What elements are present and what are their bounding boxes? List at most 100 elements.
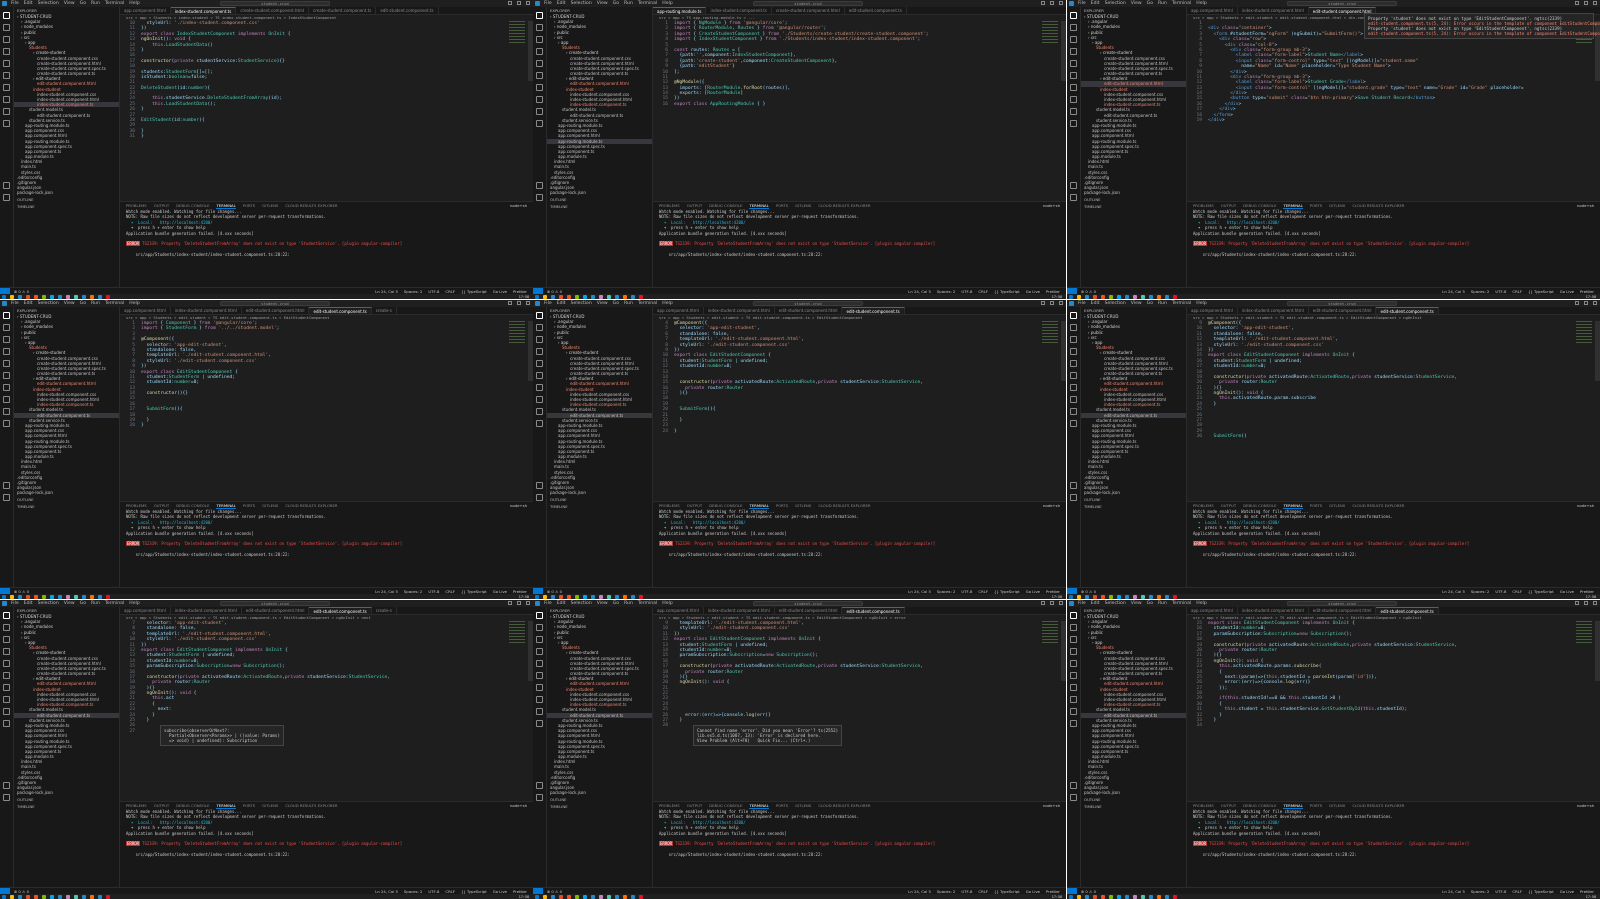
menu-item[interactable]: Run <box>624 1 633 6</box>
editor-tab[interactable]: edit-student.component.html <box>1309 607 1377 614</box>
panel-tab[interactable]: CLOUD RESULTS EXPLORER <box>285 202 337 209</box>
docker-icon[interactable] <box>1070 108 1077 115</box>
editor-tab[interactable]: edit-student.component.ts <box>376 7 439 14</box>
files-icon[interactable] <box>536 612 543 619</box>
status-item[interactable]: CRLF <box>1512 289 1522 294</box>
minimize-icon[interactable] <box>1041 1 1045 5</box>
editor-tab[interactable]: edit-student.component.html <box>242 307 310 314</box>
status-item[interactable]: CRLF <box>445 889 455 894</box>
editor-tab[interactable]: app.component.html <box>1187 307 1238 314</box>
taskbar-app-icon[interactable] <box>583 594 587 599</box>
code-editor[interactable]: 9 templateUrl: './edit-student.component… <box>653 621 1066 729</box>
menu-item[interactable]: File <box>544 301 552 306</box>
taskbar-app-icon[interactable] <box>615 594 619 599</box>
menu-item[interactable]: Run <box>624 301 633 306</box>
panel-tab[interactable]: TERMINAL <box>216 502 236 509</box>
menu-item[interactable]: File <box>11 601 19 606</box>
minimize-icon[interactable] <box>1041 601 1045 605</box>
editor-tab[interactable]: index-student.component.html <box>704 607 775 614</box>
panel-tab[interactable]: DEBUG CONSOLE <box>176 802 209 809</box>
account-icon[interactable] <box>1070 182 1077 189</box>
maximize-icon[interactable] <box>517 601 521 605</box>
testing-icon[interactable] <box>3 84 10 91</box>
settings-gear-icon[interactable] <box>536 194 543 201</box>
status-item[interactable]: Ln 24, Col 5 <box>908 289 931 294</box>
taskbar-app-icon[interactable] <box>58 294 62 299</box>
taskbar-app-icon[interactable] <box>591 294 595 299</box>
minimize-icon[interactable] <box>1575 1 1579 5</box>
remote-explorer-icon[interactable] <box>3 372 10 379</box>
source-control-icon[interactable] <box>3 336 10 343</box>
menu-item[interactable]: Help <box>662 301 672 306</box>
search-icon[interactable] <box>1070 624 1077 631</box>
command-search-input[interactable]: student-crud <box>753 601 863 606</box>
panel-tab[interactable]: TERMINAL <box>1283 202 1303 209</box>
panel-tab[interactable]: TERMINAL <box>749 802 769 809</box>
taskbar-app-icon[interactable] <box>98 894 102 899</box>
docker-icon[interactable] <box>3 408 10 415</box>
taskbar-app-icon[interactable] <box>1157 894 1161 899</box>
menu-item[interactable]: Edit <box>557 1 566 6</box>
editor-tab[interactable]: edit-student.component.html <box>775 307 843 314</box>
live-share-icon[interactable] <box>1070 420 1077 427</box>
panel-tab[interactable]: TERMINAL <box>216 202 236 209</box>
panel-tab[interactable]: PROBLEMS <box>126 802 147 809</box>
status-item[interactable]: Go Live <box>1560 289 1574 294</box>
editor-tab[interactable]: create-s <box>372 307 397 314</box>
minimap[interactable] <box>1042 21 1058 43</box>
run-debug-icon[interactable] <box>1070 648 1077 655</box>
source-control-icon[interactable] <box>1070 636 1077 643</box>
menu-item[interactable]: File <box>1078 301 1086 306</box>
status-problems[interactable]: ⊗ 0 ⚠ 0 <box>14 889 29 894</box>
remote-explorer-icon[interactable] <box>1070 72 1077 79</box>
editor-tab[interactable]: app.component.html <box>120 307 171 314</box>
menu-item[interactable]: Help <box>1196 301 1206 306</box>
taskbar-app-icon[interactable] <box>74 294 78 299</box>
source-control-icon[interactable] <box>536 636 543 643</box>
taskbar-app-icon[interactable] <box>1117 294 1121 299</box>
panel-tab[interactable]: TERMINAL <box>216 802 236 809</box>
taskbar-app-icon[interactable] <box>1165 594 1169 599</box>
taskbar-app-icon[interactable] <box>607 594 611 599</box>
status-problems[interactable]: ⊗ 0 ⚠ 0 <box>1081 289 1096 294</box>
status-item[interactable]: Prettier <box>513 889 527 894</box>
taskbar-app-icon[interactable] <box>42 894 46 899</box>
docker-icon[interactable] <box>536 708 543 715</box>
terminal-shell-label[interactable]: node+sh <box>1577 202 1594 209</box>
testing-icon[interactable] <box>536 684 543 691</box>
extensions-icon[interactable] <box>1070 660 1077 667</box>
taskbar-app-icon[interactable] <box>623 294 627 299</box>
taskbar-app-icon[interactable] <box>1133 894 1137 899</box>
taskbar-app-icon[interactable] <box>1141 594 1145 599</box>
menu-item[interactable]: Run <box>91 1 100 6</box>
extensions-icon[interactable] <box>1070 360 1077 367</box>
status-item[interactable]: Go Live <box>493 589 507 594</box>
taskbar-app-icon[interactable] <box>1125 894 1129 899</box>
status-item[interactable]: Go Live <box>1026 889 1040 894</box>
search-icon[interactable] <box>536 24 543 31</box>
taskbar-app-icon[interactable] <box>551 594 555 599</box>
panel-tab[interactable]: GITLENS <box>795 502 811 509</box>
panel-tab[interactable]: GITLENS <box>1329 802 1345 809</box>
minimap[interactable] <box>1042 621 1058 643</box>
files-icon[interactable] <box>3 12 10 19</box>
editor-tab[interactable]: index-student.component.html <box>704 307 775 314</box>
remote-explorer-icon[interactable] <box>3 72 10 79</box>
panel-tab[interactable]: PORTS <box>243 202 255 209</box>
maximize-icon[interactable] <box>1584 601 1588 605</box>
testing-icon[interactable] <box>536 84 543 91</box>
docker-icon[interactable] <box>1070 708 1077 715</box>
editor-tab[interactable]: create-student.component.html <box>236 7 310 14</box>
taskbar-app-icon[interactable] <box>631 294 635 299</box>
menu-item[interactable]: Run <box>624 601 633 606</box>
live-share-icon[interactable] <box>3 420 10 427</box>
status-item[interactable]: UTF-8 <box>961 889 972 894</box>
run-debug-icon[interactable] <box>1070 48 1077 55</box>
taskbar-app-icon[interactable] <box>1149 894 1153 899</box>
editor-tab[interactable]: create-s <box>372 607 397 614</box>
panel-tab[interactable]: OUTPUT <box>1221 802 1236 809</box>
run-debug-icon[interactable] <box>3 48 10 55</box>
taskbar-app-icon[interactable] <box>26 594 30 599</box>
minimap[interactable] <box>1576 621 1592 643</box>
minimize-icon[interactable] <box>1575 301 1579 305</box>
